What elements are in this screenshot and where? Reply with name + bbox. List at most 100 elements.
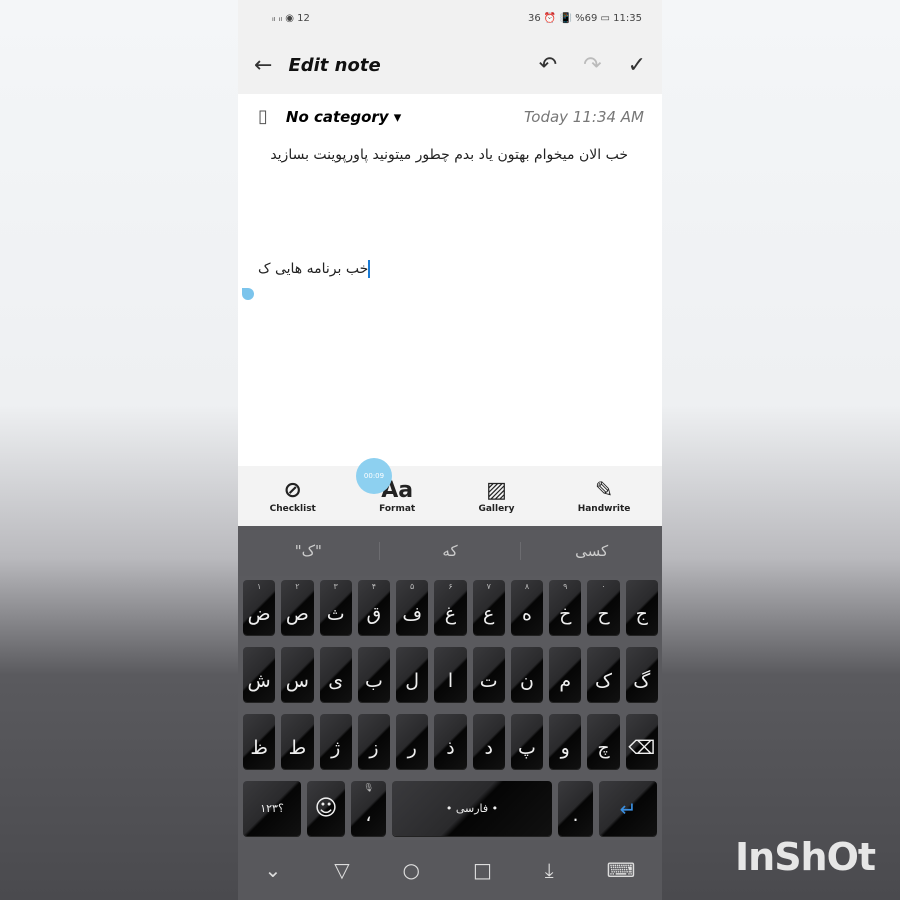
undo-icon[interactable]: ↶ [539, 53, 557, 78]
letter-key[interactable]: ۵ف [396, 580, 429, 635]
letter-key[interactable]: ج [625, 580, 658, 635]
letter-key[interactable]: ط [281, 714, 314, 769]
key-label: ح [597, 603, 610, 625]
key-label: گ [633, 670, 651, 692]
space-key[interactable]: • فارسی • [392, 781, 552, 836]
tool-label: Handwrite [577, 504, 631, 514]
arrow-left-icon[interactable]: ← [254, 53, 272, 78]
checklist-icon: ⊘ [283, 478, 302, 503]
letter-key[interactable]: ۳ث [319, 580, 352, 635]
letter-key[interactable]: س [281, 647, 314, 702]
note-body[interactable]: خب الان میخوام بهتون یاد بدم چطور میتونی… [238, 127, 662, 170]
letter-key[interactable]: و [549, 714, 582, 769]
enter-key[interactable]: ↵ [599, 781, 657, 836]
letter-key[interactable]: ۹خ [549, 580, 582, 635]
key-number: ۲ [295, 582, 300, 591]
key-number: ۵ [410, 582, 415, 591]
key-label: س [285, 670, 309, 692]
key-number: ۱ [256, 582, 262, 591]
text-cursor [368, 260, 371, 278]
redo-icon[interactable]: ↷ [583, 53, 601, 78]
letter-key[interactable]: ل [396, 647, 429, 702]
period-key[interactable]: . [558, 781, 593, 836]
letter-key[interactable]: ی [319, 647, 352, 702]
key-label: ع [483, 603, 495, 625]
comma-key[interactable]: 🎙 ، [351, 781, 386, 836]
handwrite-button[interactable]: ✎ Handwrite [578, 478, 631, 514]
letter-key[interactable]: د [472, 714, 505, 769]
letter-key[interactable]: ب [357, 647, 391, 702]
letter-key[interactable]: ۲ص [281, 580, 314, 635]
suggestion[interactable]: کسی [520, 542, 662, 560]
checklist-button[interactable]: ⊘ Checklist [270, 478, 316, 514]
key-label: ت [479, 670, 498, 692]
page-title: Edit note [288, 54, 381, 76]
key-number: ۰ [601, 582, 606, 591]
gallery-button[interactable]: ▨ Gallery [478, 478, 514, 514]
tool-label: Gallery [478, 504, 515, 514]
letter-key[interactable]: ر [396, 714, 429, 769]
letter-key[interactable]: ش [243, 647, 276, 702]
letter-key[interactable]: گ [625, 647, 658, 702]
symbols-key[interactable]: ؟۱۲۳ [243, 781, 301, 836]
emoji-key[interactable]: ☺ [307, 781, 345, 836]
key-label: ن [520, 670, 534, 692]
letter-key[interactable]: ژ [319, 714, 352, 769]
letter-key[interactable]: ۰ح [587, 580, 620, 635]
hide-keyboard-icon[interactable]: ⤓ [545, 858, 554, 882]
key-label: ث [326, 603, 345, 625]
gallery-icon: ▨ [486, 478, 507, 503]
letter-key[interactable]: ت [472, 647, 505, 702]
letter-key[interactable]: ن [510, 647, 544, 702]
key-label: ج [635, 603, 648, 625]
letter-key[interactable]: ا [434, 647, 467, 702]
keyboard-icon[interactable]: ⌨ [607, 858, 636, 882]
suggestion-bar: "ک" که کسی [238, 526, 662, 576]
letter-key[interactable]: ذ [434, 714, 467, 769]
check-icon[interactable]: ✓ [628, 53, 646, 78]
letter-key[interactable]: ۶غ [434, 580, 467, 635]
selection-handle[interactable] [242, 288, 254, 300]
key-label: ژ [331, 737, 341, 759]
status-right: 36 ⏰ 📳 %69 ▭ 11:35 [527, 12, 642, 24]
letter-key[interactable]: ۸ه [510, 580, 544, 635]
key-label: ل [405, 670, 420, 692]
keyboard-row: ۱ض۲ص۳ث۴ق۵ف۶غ۷ع۸ه۹خ۰حج [243, 580, 658, 635]
letter-key[interactable]: ۴ق [357, 580, 391, 635]
keyboard-row: ؟۱۲۳ ☺ 🎙 ، • فارسی • . ↵ [243, 781, 658, 836]
chevron-down-icon[interactable]: ⌄ [264, 858, 281, 882]
key-label: ض [247, 603, 271, 625]
key-number: ۴ [371, 582, 377, 591]
home-circle-icon[interactable]: ○ [403, 858, 420, 882]
recording-bubble[interactable]: 00:09 [356, 458, 392, 494]
letter-key[interactable]: پ [510, 714, 544, 769]
back-triangle-icon[interactable]: ▽ [334, 858, 349, 882]
recents-square-icon[interactable]: □ [473, 858, 492, 882]
inshot-watermark: InShOt [735, 835, 876, 879]
key-label: ط [288, 737, 307, 759]
suggestion[interactable]: "ک" [238, 542, 379, 560]
phone-screen: ᵢₗ ᵢₗ ◉ 12 36 ⏰ 📳 %69 ▭ 11:35 ← Edit not… [238, 0, 662, 900]
category-dropdown[interactable]: No category ▾ [286, 108, 401, 126]
key-label: د [484, 737, 493, 759]
key-number: ۳ [333, 582, 338, 591]
key-label: ه [522, 603, 532, 625]
note-meta: ▯ No category ▾ Today 11:34 AM [238, 94, 662, 127]
suggestion[interactable]: که [378, 542, 521, 560]
letter-key[interactable]: ز [357, 714, 391, 769]
note-body-line[interactable]: خب برنامه هایی ک [258, 260, 371, 278]
backspace-key[interactable]: ⌫ [625, 714, 658, 769]
key-label: م [559, 670, 572, 692]
letter-key[interactable]: ۷ع [472, 580, 505, 635]
keyboard: ۱ض۲ص۳ث۴ق۵ف۶غ۷ع۸ه۹خ۰حج شسیبلاتنمکگ ظطژزرذ… [238, 576, 662, 840]
letter-key[interactable]: ۱ض [243, 580, 276, 635]
letter-key[interactable]: ک [587, 647, 620, 702]
key-number: ۸ [524, 582, 530, 591]
key-label: ک [595, 670, 613, 692]
key-label: ذ [446, 737, 455, 759]
letter-key[interactable]: چ [587, 714, 620, 769]
letter-key[interactable]: ظ [243, 714, 276, 769]
mic-icon: 🎙 [363, 783, 374, 792]
handwrite-icon: ✎ [594, 478, 614, 503]
letter-key[interactable]: م [549, 647, 582, 702]
